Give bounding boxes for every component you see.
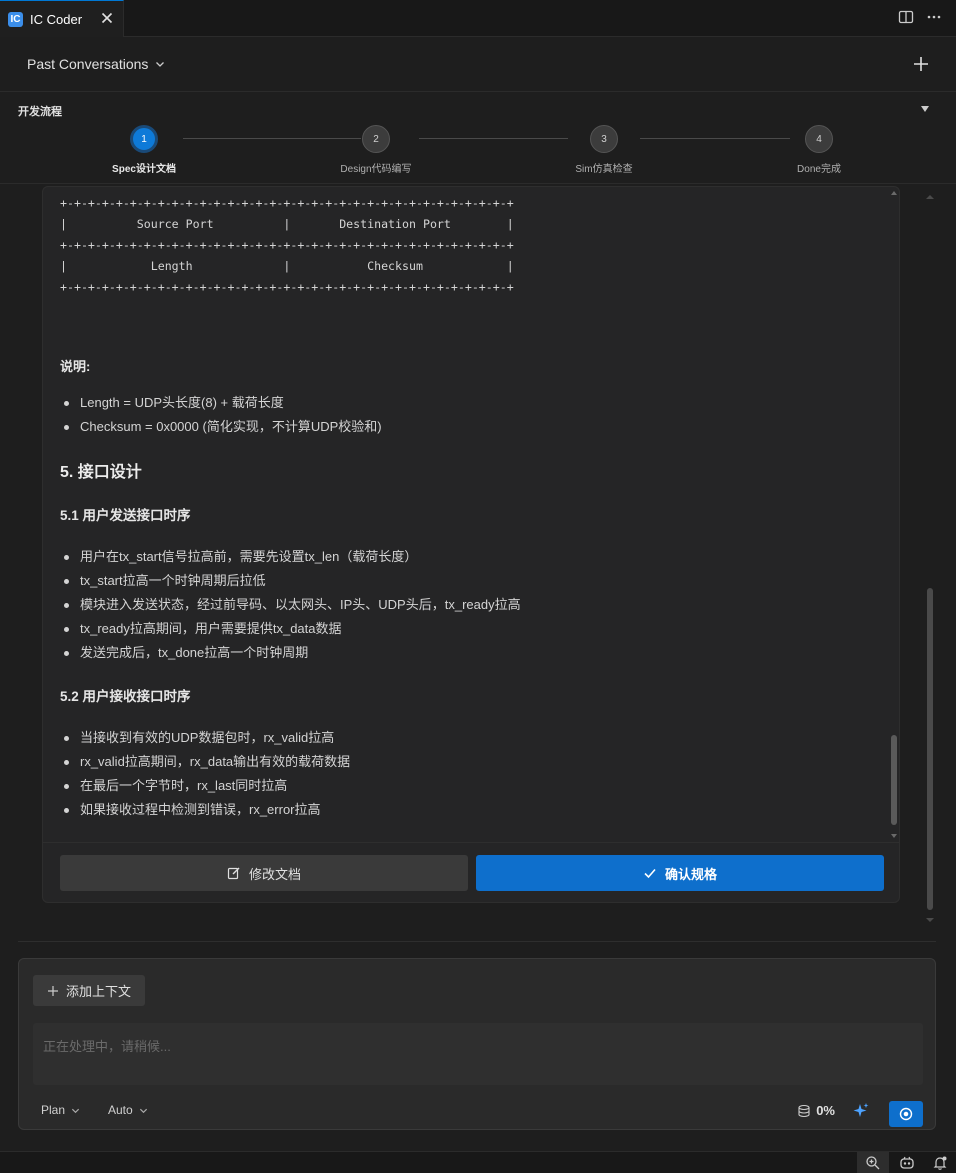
past-conversations-dropdown[interactable]: Past Conversations (27, 56, 165, 72)
confirm-spec-label: 确认规格 (664, 866, 717, 882)
section-5-heading: 5. 接口设计 (60, 464, 142, 481)
note-title: 说明: (60, 359, 91, 374)
step-1-circle[interactable]: 1 (130, 125, 158, 153)
add-context-label: 添加上下文 (66, 984, 132, 999)
list-item: 如果接收过程中检测到错误，rx_error拉高 (60, 798, 889, 822)
sparkle-icon[interactable] (853, 1102, 869, 1120)
step-connector (640, 138, 790, 139)
status-bar (0, 1151, 956, 1173)
section-5-1-heading: 5.1 用户发送接口时序 (60, 508, 191, 523)
list-item: 当接收到有效的UDP数据包时，rx_valid拉高 (60, 726, 889, 750)
zoom-icon[interactable] (865, 1155, 881, 1171)
input-toolbar: Plan Auto 0% (33, 1099, 923, 1127)
plus-icon (48, 985, 58, 996)
receive-timing-list: 当接收到有效的UDP数据包时，rx_valid拉高 rx_valid拉高期间，r… (60, 726, 889, 822)
tab-title: IC Coder (30, 11, 83, 27)
collapse-triangle-icon[interactable] (920, 104, 930, 114)
chevron-down-icon (156, 62, 165, 67)
scroll-up-arrow-icon[interactable] (924, 193, 936, 201)
send-timing-list: 用户在tx_start信号拉高前，需要先设置tx_len（载荷长度） tx_st… (60, 545, 889, 665)
chat-scrollbar[interactable] (924, 186, 936, 926)
notification-bell-icon[interactable] (932, 1155, 948, 1171)
list-item: tx_start拉高一个时钟周期后拉低 (60, 569, 889, 593)
conversation-header: Past Conversations (0, 37, 956, 92)
step-3-circle[interactable]: 3 (590, 125, 618, 153)
note-list: Length = UDP头长度(8) + 载荷长度 Checksum = 0x0… (60, 391, 889, 439)
list-item: Checksum = 0x0000 (简化实现，不计算UDP校验和) (60, 415, 889, 439)
list-item: 发送完成后，tx_done拉高一个时钟周期 (60, 641, 889, 665)
chevron-down-icon (139, 1108, 147, 1113)
check-icon (644, 868, 656, 879)
list-item: rx_valid拉高期间，rx_data输出有效的载荷数据 (60, 750, 889, 774)
spec-document-body[interactable]: +-+-+-+-+-+-+-+-+-+-+-+-+-+-+-+-+-+-+-+-… (43, 187, 889, 842)
list-item: Length = UDP头长度(8) + 载荷长度 (60, 391, 889, 415)
workflow-progress: 开发流程 1 2 3 4 Spec设计文档 Design代码编写 Sim仿真检查… (0, 92, 956, 184)
section-5-2-heading: 5.2 用户接收接口时序 (60, 689, 191, 704)
tab-ic-coder[interactable]: IC IC Coder (0, 0, 124, 37)
new-conversation-icon[interactable] (912, 55, 930, 73)
step-4-label: Done完成 (797, 164, 841, 175)
udp-header-diagram: +-+-+-+-+-+-+-+-+-+-+-+-+-+-+-+-+-+-+-+-… (60, 196, 514, 294)
list-item: 模块进入发送状态，经过前导码、以太网头、IP头、UDP头后，tx_ready拉高 (60, 593, 889, 617)
chat-input-panel: 添加上下文 Plan Auto 0% (18, 958, 936, 1130)
step-2-label: Design代码编写 (340, 164, 412, 175)
list-item: tx_ready拉高期间，用户需要提供tx_data数据 (60, 617, 889, 641)
chat-scrollbar-thumb[interactable] (927, 588, 933, 910)
close-icon[interactable] (99, 10, 115, 26)
model-label: Auto (108, 1103, 133, 1117)
past-conversations-label: Past Conversations (27, 56, 149, 72)
edit-icon (227, 867, 240, 880)
confirm-spec-button[interactable]: 确认规格 (476, 855, 884, 891)
step-4-circle[interactable]: 4 (805, 125, 833, 153)
context-usage[interactable]: 0% (797, 1103, 835, 1118)
mode-label: Plan (41, 1103, 66, 1117)
document-actions: 修改文档 确认规格 (43, 842, 899, 902)
edit-document-button[interactable]: 修改文档 (60, 855, 468, 891)
database-icon (798, 1104, 810, 1117)
step-3-label: Sim仿真检查 (575, 164, 633, 175)
stop-icon (899, 1107, 913, 1121)
step-connector (183, 138, 361, 139)
stop-button[interactable] (889, 1101, 923, 1127)
copilot-icon[interactable] (899, 1155, 915, 1171)
step-2-circle[interactable]: 2 (362, 125, 390, 153)
step-connector (419, 138, 568, 139)
mode-selector[interactable]: Plan (41, 1103, 80, 1117)
list-item: 用户在tx_start信号拉高前，需要先设置tx_len（载荷长度） (60, 545, 889, 569)
edit-document-label: 修改文档 (248, 866, 301, 882)
spec-document-card: +-+-+-+-+-+-+-+-+-+-+-+-+-+-+-+-+-+-+-+-… (42, 186, 900, 903)
model-selector[interactable]: Auto (108, 1103, 148, 1117)
scroll-down-arrow-icon[interactable] (889, 832, 899, 840)
split-editor-icon[interactable] (898, 9, 914, 25)
ic-coder-logo-icon: IC (8, 11, 23, 27)
document-scrollbar[interactable] (889, 187, 899, 842)
more-actions-icon[interactable] (926, 9, 942, 25)
scroll-down-arrow-icon[interactable] (924, 916, 936, 924)
chevron-down-icon (71, 1108, 80, 1113)
step-1-label: Spec设计文档 (112, 164, 176, 175)
scroll-up-arrow-icon[interactable] (889, 189, 899, 197)
chat-input[interactable] (33, 1023, 923, 1085)
document-scrollbar-thumb[interactable] (891, 735, 897, 825)
workflow-title: 开发流程 (18, 106, 62, 118)
divider (18, 941, 936, 942)
add-context-button[interactable]: 添加上下文 (33, 975, 146, 1006)
list-item: 在最后一个字节时，rx_last同时拉高 (60, 774, 889, 798)
usage-percent: 0% (816, 1103, 835, 1118)
tab-bar: IC IC Coder (0, 0, 956, 37)
